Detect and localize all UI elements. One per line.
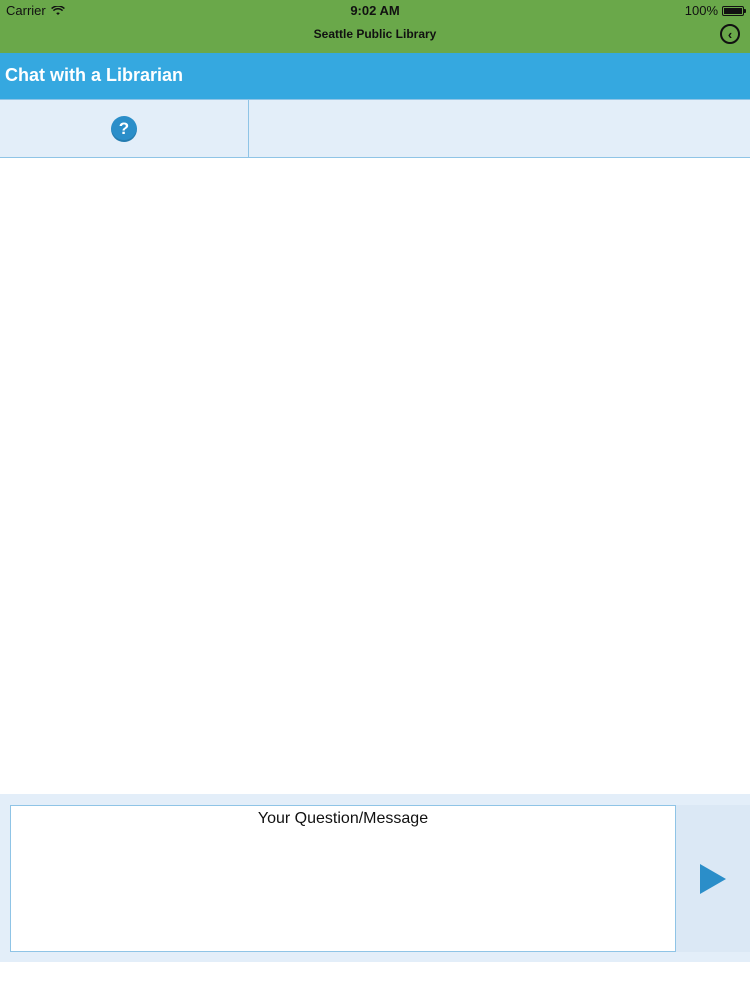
- message-placeholder: Your Question/Message: [257, 810, 429, 827]
- compose-panel: Your Question/Message: [0, 794, 750, 962]
- back-circle-icon: ‹: [727, 26, 733, 42]
- toolbar-row: ?: [0, 99, 750, 158]
- battery-fill: [724, 7, 742, 14]
- status-time: 9:02 AM: [350, 3, 400, 18]
- header: Chat with a Librarian: [0, 53, 750, 99]
- message-input[interactable]: Your Question/Message: [10, 805, 676, 952]
- bottom-strip: [0, 962, 750, 1000]
- help-button[interactable]: ?: [0, 100, 249, 157]
- status-bar: Carrier 9:02 AM 100%: [0, 0, 750, 20]
- chat-transcript-area[interactable]: [0, 158, 750, 794]
- back-button[interactable]: ‹: [720, 24, 740, 44]
- send-triangle-icon: [700, 863, 726, 894]
- send-button[interactable]: [676, 805, 750, 952]
- battery-icon: [722, 5, 746, 16]
- battery-label: 100%: [684, 3, 718, 18]
- top-bar: Carrier 9:02 AM 100% Seattle Public Libr…: [0, 0, 750, 53]
- status-right: 100%: [684, 3, 746, 18]
- nav-title: Seattle Public Library: [313, 27, 437, 41]
- help-icon: ?: [111, 115, 137, 142]
- page-title: Chat with a Librarian: [5, 65, 184, 85]
